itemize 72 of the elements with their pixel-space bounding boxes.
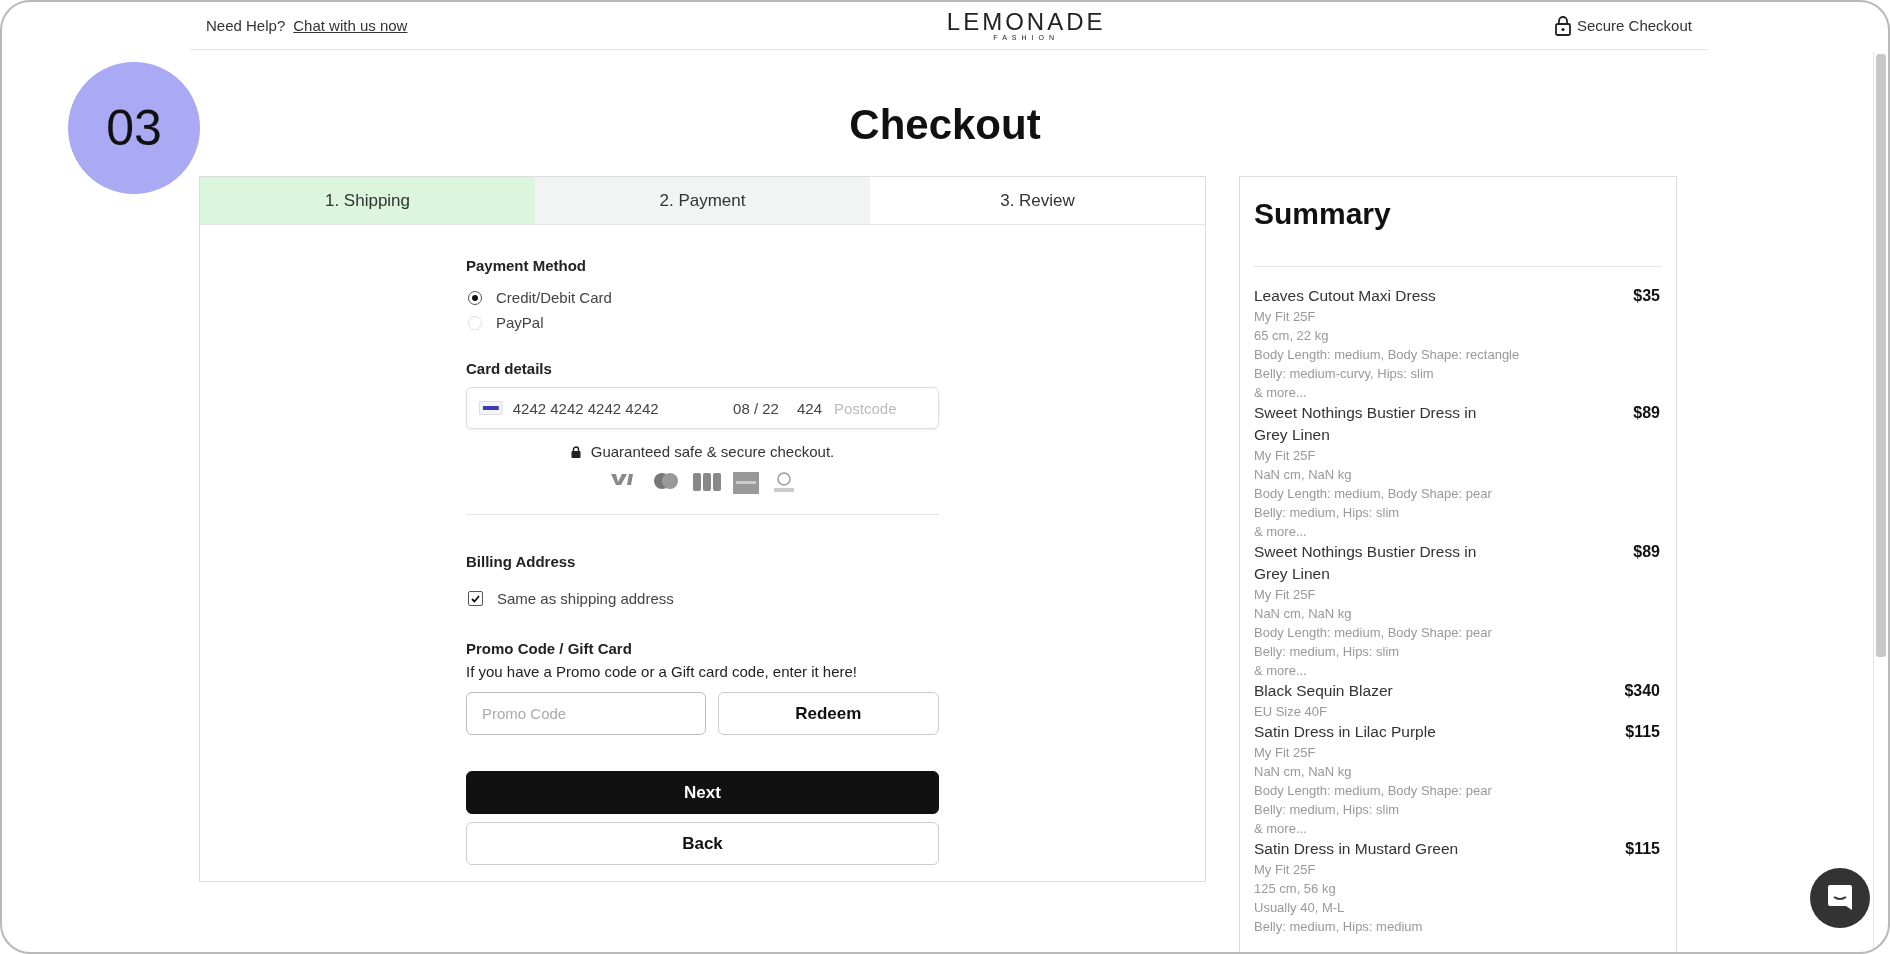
item-price: $89 (1633, 542, 1660, 562)
page-title: Checkout (849, 100, 1041, 150)
item-name: Black Sequin Blazer (1254, 681, 1394, 701)
item-detail: NaN cm, NaN kg (1254, 466, 1353, 484)
item-name: Satin Dress in Mustard Green (1254, 839, 1460, 859)
card-brand-icon (692, 472, 721, 492)
item-detail: Body Length: medium, Body Shape: pear (1254, 485, 1493, 503)
section-heading: Card details (466, 360, 553, 377)
item-detail: EU Size 40F (1254, 703, 1328, 721)
chat-button[interactable] (1810, 868, 1870, 928)
item-price: $340 (1624, 681, 1660, 701)
item-detail: My Fit 25F (1254, 744, 1317, 762)
item-detail: Body Length: medium, Body Shape: rectangle (1254, 346, 1521, 364)
item-detail: Belly: medium, Hips: slim (1254, 801, 1401, 819)
logo-wordmark: LEMONADE (946, 10, 1106, 34)
item-name: Leaves Cutout Maxi Dress (1254, 286, 1437, 306)
section-heading: Billing Address (466, 553, 577, 570)
item-detail: Body Length: medium, Body Shape: pear (1254, 782, 1493, 800)
item-detail: & more... (1254, 662, 1308, 680)
item-detail: Belly: medium, Hips: medium (1254, 918, 1424, 936)
secure-checkout-label: Secure Checkout (1576, 17, 1692, 34)
item-detail: Belly: medium, Hips: slim (1254, 504, 1401, 522)
item-detail: & more... (1254, 820, 1308, 838)
lock-icon (570, 445, 581, 458)
item-detail: & more... (1254, 523, 1308, 541)
item-detail: My Fit 25F (1254, 308, 1317, 326)
item-detail: NaN cm, NaN kg (1254, 763, 1353, 781)
radio-label: PayPal (496, 314, 544, 331)
item-detail: My Fit 25F (1254, 447, 1317, 465)
item-detail: Belly: medium, Hips: slim (1254, 643, 1401, 661)
guarantee-text: Guaranteed safe & secure checkout. (590, 443, 835, 460)
section-heading: Payment Method (466, 257, 587, 274)
chat-link[interactable]: Chat with us now (293, 17, 408, 34)
item-detail: 125 cm, 56 kg (1254, 880, 1337, 898)
item-detail: 65 cm, 22 kg (1254, 327, 1330, 345)
item-name: Satin Dress in Lilac Purple (1254, 722, 1437, 742)
step-badge: 03 (68, 62, 200, 194)
item-detail: & more... (1254, 384, 1308, 402)
next-button[interactable]: Next (466, 771, 939, 814)
card-brand-icon (479, 401, 503, 415)
card-expiry: 08 / 22 (733, 399, 779, 417)
promo-description: If you have a Promo code or a Gift card code, enter it here! (466, 663, 859, 680)
step-tab[interactable]: 2. Payment (535, 177, 870, 224)
checkbox[interactable] (468, 591, 483, 606)
item-detail: Body Length: medium, Body Shape: pear (1254, 624, 1493, 642)
card-number: 4242 4242 4242 4242 (512, 399, 660, 417)
lock-icon (1554, 15, 1571, 36)
item-detail: NaN cm, NaN kg (1254, 605, 1353, 623)
item-price: $89 (1633, 403, 1660, 423)
card-brand-icon (732, 472, 759, 494)
checkbox-label: Same as shipping address (497, 590, 674, 607)
item-price: $115 (1625, 839, 1660, 859)
promo-code-field[interactable]: Promo Code (466, 692, 706, 735)
item-name: Sweet Nothings Bustier Dress in Grey Linen (1254, 542, 1478, 584)
chat-icon (1827, 884, 1853, 912)
item-price: $115 (1625, 722, 1660, 742)
item-price: $35 (1633, 286, 1660, 306)
section-heading: Promo Code / Gift Card (466, 640, 633, 657)
item-detail: Usually 40, M-L (1254, 899, 1346, 917)
item-name: Sweet Nothings Bustier Dress in Grey Linen (1254, 403, 1478, 445)
card-cvc: 424 (796, 399, 822, 417)
redeem-button[interactable]: Redeem (717, 692, 939, 735)
help-label: Need Help? (206, 17, 286, 34)
radio-label: Credit/Debit Card (496, 289, 612, 306)
checkmark-icon (471, 594, 480, 603)
item-detail: My Fit 25F (1254, 861, 1317, 879)
card-input-field[interactable]: 4242 4242 4242 4242 08 / 22 424 Postcode (466, 387, 939, 429)
item-detail: Belly: medium-curvy, Hips: slim (1254, 365, 1435, 383)
step-tab[interactable]: 1. Shipping (200, 177, 535, 224)
back-button[interactable]: Back (466, 822, 939, 865)
item-detail: My Fit 25F (1254, 586, 1317, 604)
summary-title: Summary (1254, 197, 1662, 267)
